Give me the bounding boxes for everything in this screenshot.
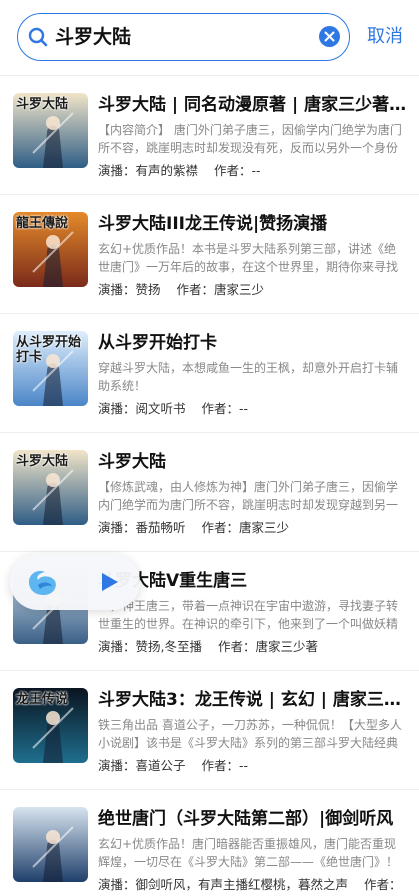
cover-title: 斗罗大陆 [16,97,69,112]
author-label: 作者： [218,639,256,654]
author-label: 作者： [201,401,240,416]
book-meta: 演播：御剑听风，有声主播红樱桃，暮然之声 作者： [98,876,408,894]
narrator-label: 演播： [98,639,136,654]
author-label: 作者： [176,282,215,297]
list-item[interactable]: 斗罗大陆 斗罗大陆 | 同名动漫原著 | 唐家三少著 | 经典... 【内容简介】 … [0,76,419,195]
cover-title: 龍王傳說 [16,216,69,231]
narrator-name: 阅文听书 [135,401,186,416]
book-title[interactable]: 斗罗大陆 [98,450,408,474]
search-query[interactable]: 斗罗大陆 [55,25,131,49]
book-title[interactable]: 斗罗大陆V重生唐三 [98,569,408,593]
book-cover[interactable]: 斗罗大陆 [13,93,88,168]
list-item[interactable]: 龍王傳說 斗罗大陆III龙王传说|赞扬演播玄幻+优质作品！本书是斗罗大陆系列第三部… [0,195,419,314]
author-name: -- [239,401,249,416]
list-item[interactable]: 斗罗大陆 斗罗大陆【修炼武魂，由人修炼为神】唐门外门弟子唐三，因偷学内门绝学而为唐… [0,433,419,552]
narrator-label: 演播： [98,401,136,416]
author-label: 作者： [214,163,252,178]
narrator-label: 演播： [98,163,136,178]
book-title[interactable]: 斗罗大陆 | 同名动漫原著 | 唐家三少著 | 经典... [98,93,408,117]
book-title[interactable]: 从斗罗开始打卡 [98,331,408,355]
author-name: -- [251,163,261,178]
search-input[interactable]: 斗罗大陆 [17,13,350,61]
author-name: 唐家三少著 [255,639,319,654]
clear-icon[interactable] [319,26,340,47]
mini-player[interactable] [10,554,140,610]
narrator-name: 御剑听风，有声主播红樱桃，暮然之声 [135,877,349,892]
cover-title: 斗罗大陆 [16,454,69,469]
book-description: …，神王唐三，带着一点神识在宇宙中遨游，寻找妻子转世重生的世界。在神识的牵引下，… [98,599,399,631]
narrator-name: 赞扬,冬至播 [135,639,202,654]
narrator-label: 演播： [98,520,136,535]
book-description: 穿越斗罗大陆，本想咸鱼一生的王枫，却意外开启打卡辅助系统！ [98,361,399,393]
narrator-name: 有声的紫襟 [135,163,199,178]
narrator-name: 赞扬 [135,282,161,297]
cover-title: 龙王传说 [16,692,69,707]
book-meta: 演播：阅文听书 作者：-- [98,400,408,418]
book-description: 铁三角出品 喜道公子，一刀苏苏，一种侃侃！【大型多人小说剧】该书是《斗罗大陆》系… [98,718,402,750]
book-description: 【内容简介】 唐门外门弟子唐三，因偷学内门绝学为唐门所不容，跳崖明志时却发现没有… [98,123,402,155]
narrator-name: 番茄畅听 [135,520,186,535]
book-title[interactable]: 斗罗大陆III龙王传说|赞扬演播 [98,212,408,236]
book-meta: 演播：赞扬,冬至播 作者：唐家三少著 [98,638,408,656]
search-icon [28,27,48,47]
cover-title: 从斗罗开始打卡 [16,335,82,365]
book-meta: 演播：番茄畅听 作者：唐家三少 [98,519,408,537]
book-meta: 演播：喜道公子 作者：-- [98,757,408,775]
author-label: 作者： [201,758,240,773]
app-logo-icon[interactable] [24,563,62,601]
list-item[interactable]: 从斗罗开始打卡 从斗罗开始打卡 穿越斗罗大陆，本想咸鱼一生的王枫，却意外开启打卡辅助… [0,314,419,433]
result-list: 斗罗大陆 斗罗大陆 | 同名动漫原著 | 唐家三少著 | 经典... 【内容简介】 … [0,76,419,896]
play-icon[interactable] [98,571,120,593]
author-label: 作者： [201,520,240,535]
book-description: 【修炼武魂，由人修炼为神】唐门外门弟子唐三，因偷学内门绝学而为唐门所不容，跳崖明… [98,480,399,512]
search-header: 斗罗大陆 取消 [0,0,419,76]
book-meta: 演播：赞扬 作者：唐家三少 [98,281,408,299]
book-title[interactable]: 斗罗大陆3：龙王传说 | 玄幻 | 唐家三少著 [98,688,408,712]
author-name: 唐家三少 [214,282,265,297]
book-cover[interactable] [13,807,88,882]
book-cover[interactable]: 龍王傳說 [13,212,88,287]
narrator-label: 演播： [98,758,136,773]
narrator-name: 喜道公子 [135,758,186,773]
book-title[interactable]: 绝世唐门（斗罗大陆第二部）|御剑听风 [98,807,408,831]
book-cover[interactable]: 从斗罗开始打卡 [13,331,88,406]
book-cover[interactable]: 斗罗大陆 [13,450,88,525]
list-item[interactable]: 绝世唐门（斗罗大陆第二部）|御剑听风玄幻+优质作品！唐门暗器能否重振雄风，唐门能… [0,790,419,896]
list-item[interactable]: 龙王传说 斗罗大陆3：龙王传说 | 玄幻 | 唐家三少著铁三角出品 喜道公子，一刀… [0,671,419,790]
narrator-label: 演播： [98,877,136,892]
book-meta: 演播：有声的紫襟 作者：-- [98,162,408,180]
book-cover[interactable]: 龙王传说 [13,688,88,763]
author-name: -- [239,758,249,773]
book-description: 玄幻+优质作品！本书是斗罗大陆系列第三部，讲述《绝世唐门》一万年后的故事，在这个… [98,242,399,274]
author-name: 唐家三少 [239,520,290,535]
cancel-button[interactable]: 取消 [367,25,403,49]
book-description: 玄幻+优质作品！唐门暗器能否重振雄风，唐门能否重现辉煌，一切尽在《斗罗大陆》第二… [98,837,399,869]
author-label: 作者： [364,877,402,892]
narrator-label: 演播： [98,282,136,297]
